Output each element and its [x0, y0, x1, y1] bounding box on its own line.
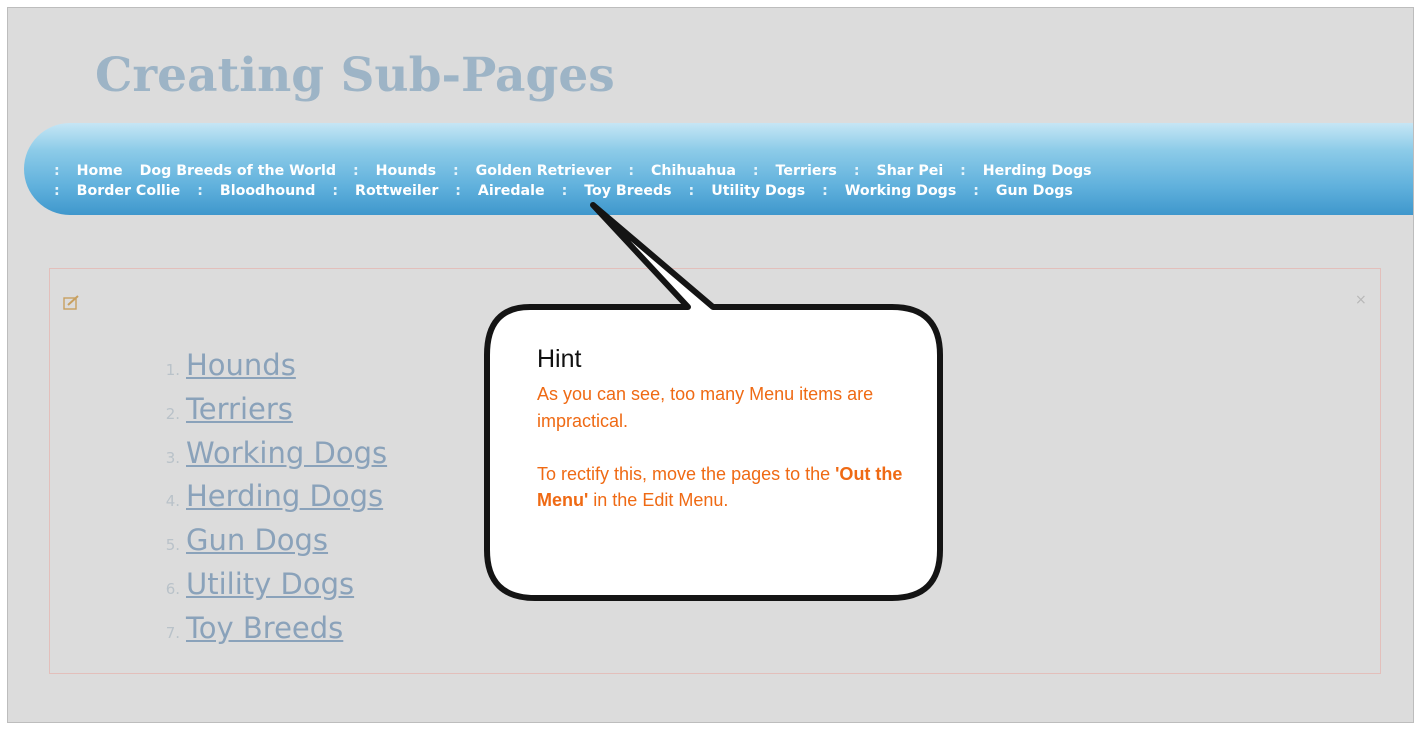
hint-line-1: As you can see, too many Menu items are …: [537, 384, 874, 431]
hint-line-2: To rectify this, move the pages to the '…: [537, 463, 903, 511]
hint-body: As you can see, too many Menu items are …: [537, 381, 917, 514]
hint-title: Hint: [537, 345, 582, 373]
hint-gap: [537, 434, 917, 461]
hint-callout-bubble: [484, 202, 943, 601]
